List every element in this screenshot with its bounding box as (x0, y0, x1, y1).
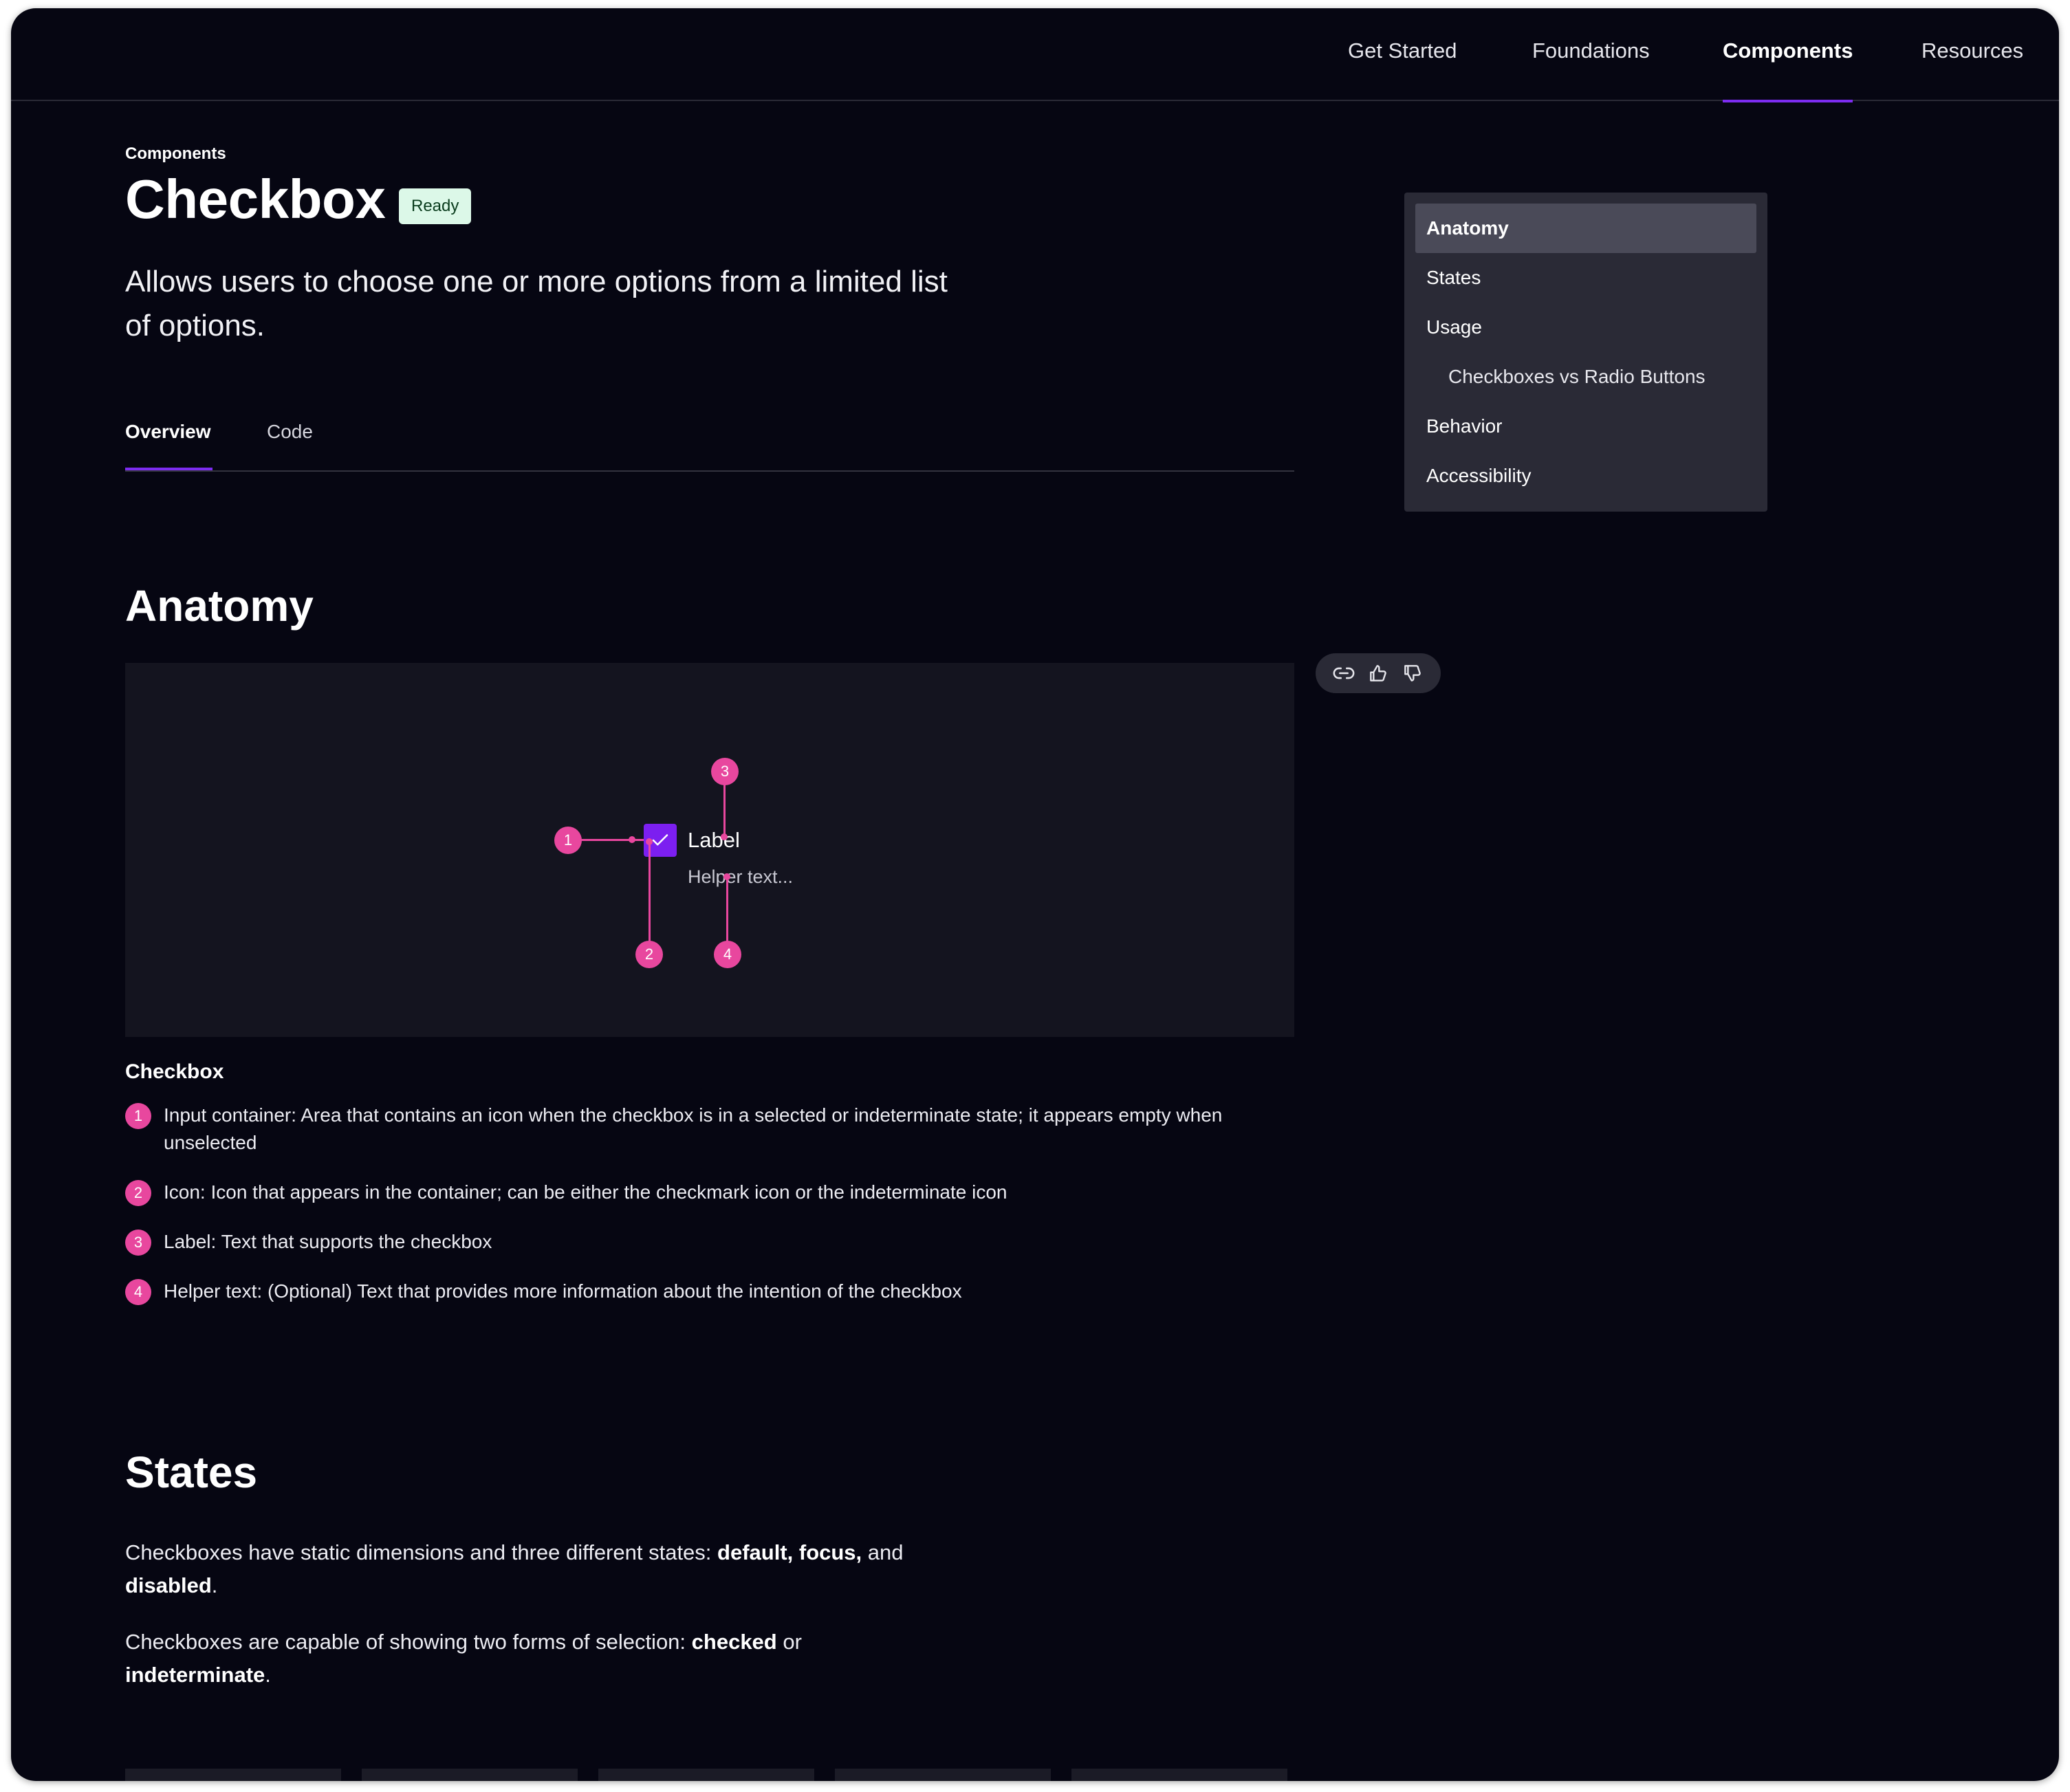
anatomy-item-4: 4 Helper text: (Optional) Text that prov… (125, 1278, 1294, 1305)
callout-line-2 (649, 842, 651, 952)
page-description: Allows users to choose one or more optio… (125, 265, 948, 342)
link-icon[interactable] (1330, 659, 1358, 687)
callout-3: 3 (711, 758, 739, 785)
anatomy-text-1: Input container: Area that contains an i… (164, 1104, 1223, 1153)
state-card-5 (1071, 1769, 1287, 1781)
callout-dot-2 (646, 838, 653, 845)
anatomy-item-2: 2 Icon: Icon that appears in the contain… (125, 1179, 1294, 1206)
thumbs-down-icon[interactable] (1399, 659, 1426, 687)
toc-item-states[interactable]: States (1415, 253, 1756, 303)
toc-item-anatomy[interactable]: Anatomy (1415, 204, 1756, 253)
state-card-4 (835, 1769, 1051, 1781)
callout-dot-1 (629, 836, 635, 843)
anatomy-heading: Anatomy (125, 581, 314, 631)
states-heading: States (125, 1447, 258, 1497)
anatomy-item-3: 3 Label: Text that supports the checkbox (125, 1228, 1294, 1256)
toc-item-usage[interactable]: Usage (1415, 303, 1756, 352)
callout-dot-3 (721, 833, 728, 840)
nav-foundations[interactable]: Foundations (1532, 8, 1650, 101)
nav-get-started[interactable]: Get Started (1348, 8, 1457, 101)
active-tab-indicator (125, 468, 213, 470)
top-nav: Get Started Foundations Components Resou… (11, 8, 2059, 102)
anatomy-number-4: 4 (125, 1279, 151, 1305)
table-of-contents: Anatomy States Usage Checkboxes vs Radio… (1404, 193, 1767, 512)
state-card-3 (598, 1769, 814, 1781)
nav-components[interactable]: Components (1723, 8, 1853, 102)
app-window: Get Started Foundations Components Resou… (11, 8, 2059, 1781)
callout-4: 4 (714, 941, 741, 968)
feedback-toolbar (1316, 653, 1441, 693)
anatomy-number-2: 2 (125, 1180, 151, 1206)
callout-2: 2 (635, 941, 663, 968)
demo-helper-text: Helper text... (688, 866, 794, 887)
nav-resources[interactable]: Resources (1921, 8, 2023, 101)
content-tabs: Overview Code (125, 407, 1294, 472)
toc-item-checkboxes-vs-radio[interactable]: Checkboxes vs Radio Buttons (1415, 352, 1756, 402)
tab-code[interactable]: Code (267, 421, 313, 443)
anatomy-item-1: 1 Input container: Area that contains an… (125, 1102, 1294, 1157)
state-card-2 (362, 1769, 578, 1781)
thumbs-up-icon[interactable] (1364, 659, 1392, 687)
states-paragraph-1: Checkboxes have static dimensions and th… (125, 1540, 904, 1597)
page-title: Checkbox (125, 168, 386, 230)
toc-item-behavior[interactable]: Behavior (1415, 402, 1756, 451)
anatomy-text-4: Helper text: (Optional) Text that provid… (164, 1280, 962, 1302)
anatomy-subhead: Checkbox (125, 1060, 224, 1083)
anatomy-text-3: Label: Text that supports the checkbox (164, 1231, 492, 1252)
checkmark-icon (652, 834, 668, 846)
callout-1: 1 (554, 827, 582, 854)
anatomy-number-1: 1 (125, 1103, 151, 1129)
toc-item-accessibility[interactable]: Accessibility (1415, 451, 1756, 501)
callout-dot-4 (723, 873, 730, 880)
state-card-1 (125, 1769, 341, 1781)
anatomy-text-2: Icon: Icon that appears in the container… (164, 1181, 1007, 1203)
status-badge: Ready (399, 188, 472, 224)
states-paragraph-2: Checkboxes are capable of showing two fo… (125, 1630, 802, 1687)
breadcrumb[interactable]: Components (125, 144, 226, 164)
demo-label: Label (688, 828, 740, 852)
anatomy-number-3: 3 (125, 1230, 151, 1256)
tab-overview[interactable]: Overview (125, 421, 211, 443)
callout-line-4 (726, 876, 728, 950)
